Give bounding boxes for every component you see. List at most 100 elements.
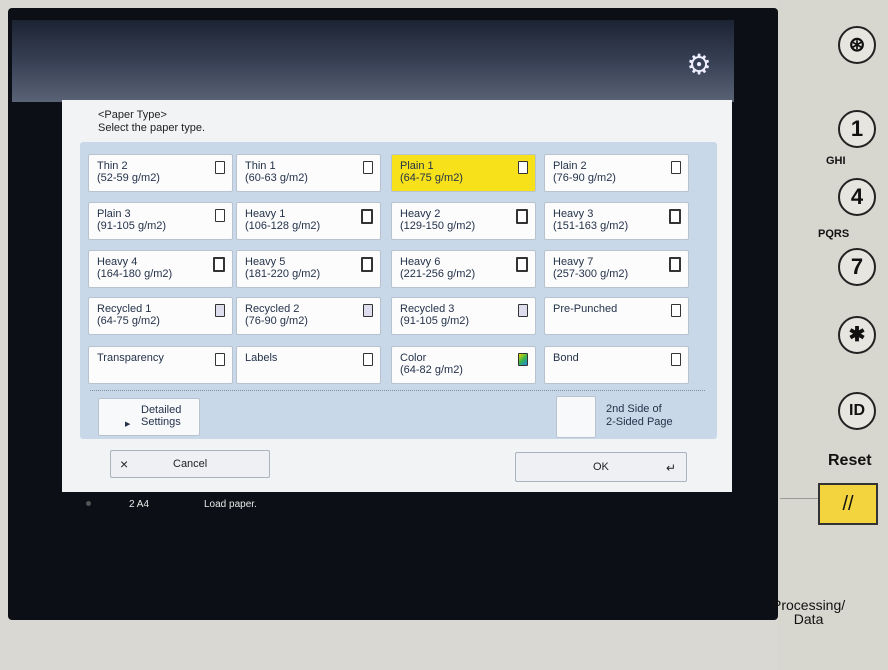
key-asterisk[interactable]: ✱ xyxy=(838,316,876,354)
reset-button[interactable]: // xyxy=(818,483,878,525)
paper-type-button[interactable]: Heavy 4 (164-180 g/m2) xyxy=(88,250,233,288)
paper-type-button[interactable]: Recycled 3 (91-105 g/m2) xyxy=(391,297,536,335)
paper-heavy-icon xyxy=(669,257,681,272)
paper-type-button[interactable]: Thin 1 (60-63 g/m2) xyxy=(236,154,381,192)
page-header: <Paper Type> Select the paper type. xyxy=(98,109,205,135)
paper-type-name: Color xyxy=(400,352,427,364)
paper-type-button[interactable]: Pre-Punched xyxy=(544,297,689,335)
paper-type-name: Heavy 3 xyxy=(553,208,594,220)
processing-data-label: Processing/ Data xyxy=(772,598,845,626)
screen-top-band xyxy=(12,20,734,102)
ok-label: OK xyxy=(593,461,609,473)
paper-type-button[interactable]: Heavy 3 (151-163 g/m2) xyxy=(544,202,689,240)
paper-type-button[interactable]: Heavy 6 (221-256 g/m2) xyxy=(391,250,536,288)
gear-icon[interactable]: ⚙ xyxy=(682,50,716,80)
paper-type-weight: (151-163 g/m2) xyxy=(553,220,629,232)
paper-type-button[interactable]: Labels xyxy=(236,346,381,384)
paper-type-name: Thin 1 xyxy=(245,160,276,172)
paper-type-weight: (76-90 g/m2) xyxy=(245,315,308,327)
paper-type-weight: (221-256 g/m2) xyxy=(400,268,476,280)
paper-heavy-icon xyxy=(361,257,373,272)
paper-thin-icon xyxy=(215,161,225,174)
color-paper-icon xyxy=(518,353,528,366)
paper-type-name: Heavy 2 xyxy=(400,208,441,220)
paper-type-button[interactable]: Thin 2 (52-59 g/m2) xyxy=(88,154,233,192)
status-counter: 2 A4 xyxy=(129,499,150,510)
ok-button[interactable]: OK ↵ xyxy=(515,452,687,482)
paper-type-name: Thin 2 xyxy=(97,160,128,172)
data-label: Data xyxy=(793,611,824,627)
paper-heavy-icon xyxy=(669,209,681,224)
paper-icon xyxy=(671,161,681,174)
paper-type-name: Recycled 1 xyxy=(97,303,152,315)
paper-thin-icon xyxy=(363,161,373,174)
key-1[interactable]: 1 xyxy=(838,110,876,148)
recycled-paper-icon xyxy=(363,304,373,317)
key-7-letters: PQRS xyxy=(818,228,850,240)
paper-icon xyxy=(215,209,225,222)
paper-type-weight: (257-300 g/m2) xyxy=(553,268,629,280)
paper-type-weight: (91-105 g/m2) xyxy=(97,220,167,232)
transparency-icon xyxy=(215,353,225,366)
second-side-box[interactable] xyxy=(556,396,596,438)
paper-type-button[interactable]: Heavy 1 (106-128 g/m2) xyxy=(236,202,381,240)
paper-heavy-icon xyxy=(516,257,528,272)
paper-type-button[interactable]: Recycled 2 (76-90 g/m2) xyxy=(236,297,381,335)
paper-type-name: Plain 2 xyxy=(553,160,587,172)
page-title: <Paper Type> xyxy=(98,109,167,121)
divider xyxy=(90,390,705,391)
key-4[interactable]: 4 xyxy=(838,178,876,216)
paper-type-button[interactable]: Plain 3 (91-105 g/m2) xyxy=(88,202,233,240)
status-indicator-icon xyxy=(86,501,91,506)
paper-type-weight: (76-90 g/m2) xyxy=(553,172,616,184)
paper-type-name: Recycled 2 xyxy=(245,303,300,315)
labels-icon xyxy=(363,353,373,366)
paper-heavy-icon xyxy=(213,257,225,272)
paper-type-button[interactable]: Heavy 7 (257-300 g/m2) xyxy=(544,250,689,288)
paper-type-name: Bond xyxy=(553,352,579,364)
detailed-settings-label-1: Detailed xyxy=(141,404,182,416)
recycled-paper-icon xyxy=(215,304,225,317)
paper-type-name: Transparency xyxy=(97,352,164,364)
paper-icon xyxy=(518,161,528,174)
punched-paper-icon xyxy=(671,304,681,317)
paper-heavy-icon xyxy=(516,209,528,224)
processing-label: Processing/ xyxy=(772,597,846,613)
paper-type-weight: (52-59 g/m2) xyxy=(97,172,160,184)
paper-type-button[interactable]: Transparency xyxy=(88,346,233,384)
divider xyxy=(780,498,818,499)
second-side-label-2: 2-Sided Page xyxy=(606,416,673,428)
close-icon: × xyxy=(120,456,129,472)
status-message: Load paper. xyxy=(204,499,257,510)
paper-type-button[interactable]: Plain 1 (64-75 g/m2) xyxy=(391,154,536,192)
paper-type-name: Plain 3 xyxy=(97,208,131,220)
paper-type-weight: (60-63 g/m2) xyxy=(245,172,308,184)
paper-type-button[interactable]: Plain 2 (76-90 g/m2) xyxy=(544,154,689,192)
paper-type-name: Plain 1 xyxy=(400,160,434,172)
paper-type-button[interactable]: Heavy 2 (129-150 g/m2) xyxy=(391,202,536,240)
id-key[interactable]: ID xyxy=(838,392,876,430)
paper-type-weight: (64-75 g/m2) xyxy=(97,315,160,327)
detailed-settings-label-2: Settings xyxy=(141,416,181,428)
status-bar: 2 A4 Load paper. xyxy=(62,494,732,516)
paper-type-weight: (129-150 g/m2) xyxy=(400,220,476,232)
recycled-paper-icon xyxy=(518,304,528,317)
paper-type-button[interactable]: Bond xyxy=(544,346,689,384)
detailed-settings-button[interactable]: ▶ Detailed Settings xyxy=(98,398,200,436)
paper-type-button[interactable]: Heavy 5 (181-220 g/m2) xyxy=(236,250,381,288)
key-7[interactable]: 7 xyxy=(838,248,876,286)
paper-type-weight: (181-220 g/m2) xyxy=(245,268,321,280)
paper-icon xyxy=(671,353,681,366)
paper-type-button[interactable]: Color (64-82 g/m2) xyxy=(391,346,536,384)
reset-label: Reset xyxy=(828,452,872,469)
paper-type-name: Heavy 4 xyxy=(97,256,138,268)
second-side-label-1: 2nd Side of xyxy=(606,403,662,415)
paper-type-name: Heavy 7 xyxy=(553,256,594,268)
settings-key[interactable]: ⊛ xyxy=(838,26,876,64)
second-side-button[interactable]: 2nd Side of 2-Sided Page xyxy=(556,396,706,438)
chevron-right-icon: ▶ xyxy=(125,421,131,428)
paper-type-name: Recycled 3 xyxy=(400,303,455,315)
cancel-button[interactable]: × Cancel xyxy=(110,450,270,478)
key-4-letters: GHI xyxy=(826,155,846,167)
paper-type-button[interactable]: Recycled 1 (64-75 g/m2) xyxy=(88,297,233,335)
